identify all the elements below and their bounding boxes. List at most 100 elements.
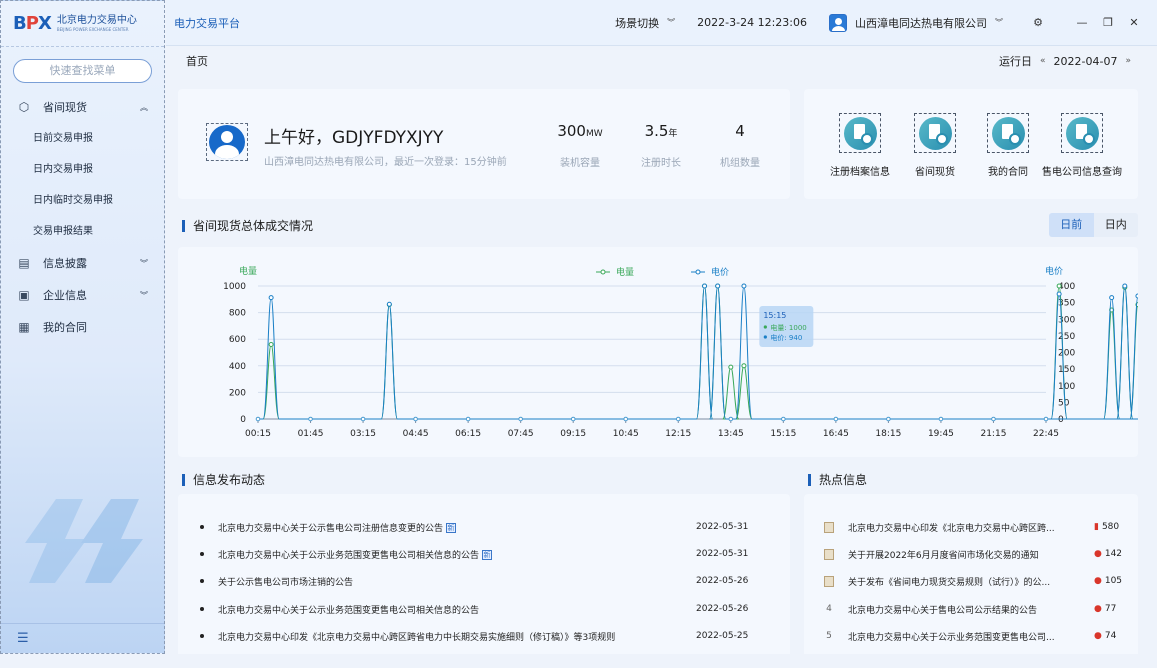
hot-title: 北京电力交易中心关于公示业务范围变更售电公司... — [848, 632, 1055, 643]
shortcuts-card: 注册档案信息 省间现货 我的合同 售电公司信息查询 — [804, 89, 1138, 199]
y-left-tick-label: 200 — [229, 388, 246, 398]
chevron-down-icon: ︾ — [140, 290, 148, 300]
minimize-icon[interactable]: — — [1069, 16, 1095, 29]
company-search-icon — [1061, 113, 1103, 153]
y-right-tick-label: 250 — [1058, 332, 1075, 342]
y-right-tick-label: 200 — [1058, 349, 1075, 359]
hot-count: 580 — [1101, 522, 1120, 532]
shortcut-register-file[interactable]: 注册档案信息 — [820, 113, 900, 178]
chevron-down-icon: ︾ — [667, 18, 676, 27]
hot-item[interactable]: 5 北京电力交易中心关于公示业务范围变更售电公司... ● 74 — [804, 626, 1138, 646]
sidebar-group-contract[interactable]: ▦ 我的合同 — [1, 311, 164, 343]
x-tick-label: 07:45 — [508, 429, 534, 439]
stat-label: 注册时长 — [641, 158, 681, 169]
greeting: 上午好，GDJYFDYXJYY — [264, 128, 444, 148]
data-point — [715, 283, 721, 289]
shortcut-label: 省间现货 — [915, 167, 955, 178]
news-item[interactable]: 北京电力交易中心关于公示业务范围变更售电公司相关信息的公告 2022-05-26 — [178, 599, 790, 619]
news-item[interactable]: 北京电力交易中心印发《北京电力交易中心跨区跨省电力中长期交易实施细则（修订稿）》… — [178, 626, 790, 646]
data-point — [1056, 283, 1062, 289]
y-right-tick-label: 100 — [1058, 382, 1075, 392]
tooltip-dot — [763, 335, 767, 339]
scene-switch-button[interactable]: 场景切换 ︾ — [615, 15, 675, 31]
contract-icon: ▦ — [18, 320, 30, 334]
stat-registration: 3.5年 注册时长 — [621, 122, 701, 169]
x-tick-label: 22:45 — [1033, 429, 1059, 439]
next-day-icon[interactable]: » — [1125, 56, 1131, 66]
close-icon[interactable]: ✕ — [1121, 16, 1147, 29]
rank-medal-icon — [824, 548, 834, 560]
collapse-menu-icon[interactable]: ☰ — [1, 623, 164, 653]
hot-item[interactable]: 关于发布《省间电力现货交易规则（试行）》的公... ● 105 — [804, 571, 1138, 591]
hot-item[interactable]: 4 北京电力交易中心关于售电公司公示结果的公告 ● 77 — [804, 599, 1138, 619]
news-date: 2022-05-26 — [696, 604, 749, 614]
sidebar-group-spot[interactable]: ⬡ 省间现货 ︽ — [1, 91, 164, 123]
hot-title: 关于发布《省间电力现货交易规则（试行）》的公... — [848, 577, 1051, 588]
sidebar-group-disclosure[interactable]: ▤ 信息披露 ︾ — [1, 247, 164, 279]
data-point — [728, 364, 734, 370]
x-tick-label: 09:15 — [560, 429, 586, 439]
y-left-tick-label: 0 — [240, 415, 246, 425]
news-item[interactable]: 北京电力交易中心关于公示业务范围变更售电公司相关信息的公告新 2022-05-3… — [178, 544, 790, 564]
chevron-up-icon: ︽ — [140, 102, 148, 112]
stat-label: 装机容量 — [560, 158, 600, 169]
top-bar: 电力交易平台 场景切换 ︾ 2022-3-24 12:23:06 山西漳电同达热… — [166, 0, 1157, 46]
shortcut-contract[interactable]: 我的合同 — [968, 113, 1048, 178]
x-tick-label: 15:15 — [770, 429, 796, 439]
x-tick-label: 00:15 — [245, 429, 271, 439]
baseline-point — [1043, 416, 1049, 422]
rank-number: 5 — [826, 631, 832, 641]
news-item[interactable]: 北京电力交易中心关于公示售电公司注册信息变更的公告新 2022-05-31 — [178, 517, 790, 537]
menu-search-input[interactable]: 快速查找菜单 — [13, 59, 152, 83]
legend-label: 电量 — [616, 266, 634, 278]
hot-item[interactable]: 北京电力交易中心印发《北京电力交易中心跨区跨... ▮ 580 — [804, 517, 1138, 537]
data-point — [741, 363, 747, 369]
x-tick-label: 10:45 — [613, 429, 639, 439]
legend-label: 电价 — [711, 266, 729, 278]
baseline-point — [623, 416, 629, 422]
baseline-point — [833, 416, 839, 422]
settings-icon[interactable]: ⚙ — [1025, 16, 1051, 29]
shortcut-company-search[interactable]: 售电公司信息查询 — [1042, 113, 1122, 178]
breadcrumb[interactable]: 首页 — [186, 53, 999, 69]
prev-day-icon[interactable]: « — [1040, 56, 1046, 66]
data-point — [1122, 283, 1128, 289]
shortcut-label: 我的合同 — [988, 167, 1028, 178]
company-switch[interactable]: 山西漳电同达热电有限公司 ︾ — [829, 13, 1003, 32]
x-tick-label: 06:15 — [455, 429, 481, 439]
shortcut-spot-trade[interactable]: 省间现货 — [895, 113, 975, 178]
baseline-point — [465, 416, 471, 422]
sidebar-item-dayahead[interactable]: 日前交易申报 — [1, 123, 164, 154]
y-left-tick-label: 1000 — [223, 282, 246, 292]
y-left-axis-label: 电量 — [239, 265, 257, 277]
x-tick-label: 04:45 — [403, 429, 429, 439]
sidebar-group-enterprise[interactable]: ▣ 企业信息 ︾ — [1, 279, 164, 311]
run-day-date[interactable]: 2022-04-07 — [1054, 55, 1118, 68]
legend-marker — [695, 269, 701, 275]
breadcrumb-bar: 首页 运行日 « 2022-04-07 » — [166, 47, 1157, 75]
hot-item[interactable]: 关于开展2022年6月月度省间市场化交易的通知 ● 142 — [804, 544, 1138, 564]
news-card: 北京电力交易中心关于公示售电公司注册信息变更的公告新 2022-05-31 北京… — [178, 494, 790, 654]
maximize-icon[interactable]: ❐ — [1095, 16, 1121, 29]
baseline-point — [675, 416, 681, 422]
stat-units: 4 机组数量 — [700, 122, 780, 169]
sidebar: BPX 北京电力交易中心 BEIJING POWER EXCHANGE CENT… — [0, 0, 165, 654]
tab-intraday[interactable]: 日内 — [1093, 213, 1138, 237]
data-point — [1135, 293, 1141, 299]
sidebar-item-results[interactable]: 交易申报结果 — [1, 216, 164, 247]
hot-title: 关于开展2022年6月月度省间市场化交易的通知 — [848, 550, 1039, 561]
tab-dayahead[interactable]: 日前 — [1049, 213, 1094, 237]
news-item[interactable]: 关于公示售电公司市场注销的公告 2022-05-26 — [178, 571, 790, 591]
chevron-down-icon: ︾ — [140, 258, 148, 268]
baseline-point — [728, 416, 734, 422]
news-title: 北京电力交易中心印发《北京电力交易中心跨区跨省电力中长期交易实施细则（修订稿）》… — [218, 632, 616, 643]
x-tick-label: 03:15 — [350, 429, 376, 439]
run-day-picker: 运行日 « 2022-04-07 » — [999, 53, 1139, 69]
sidebar-item-intraday[interactable]: 日内交易申报 — [1, 154, 164, 185]
data-point — [268, 295, 274, 301]
x-tick-label: 21:15 — [980, 429, 1006, 439]
hot-count: 142 — [1104, 549, 1123, 559]
baseline-point — [360, 416, 366, 422]
sidebar-item-intraday-temp[interactable]: 日内临时交易申报 — [1, 185, 164, 216]
logo-mark: BPX — [13, 13, 52, 34]
